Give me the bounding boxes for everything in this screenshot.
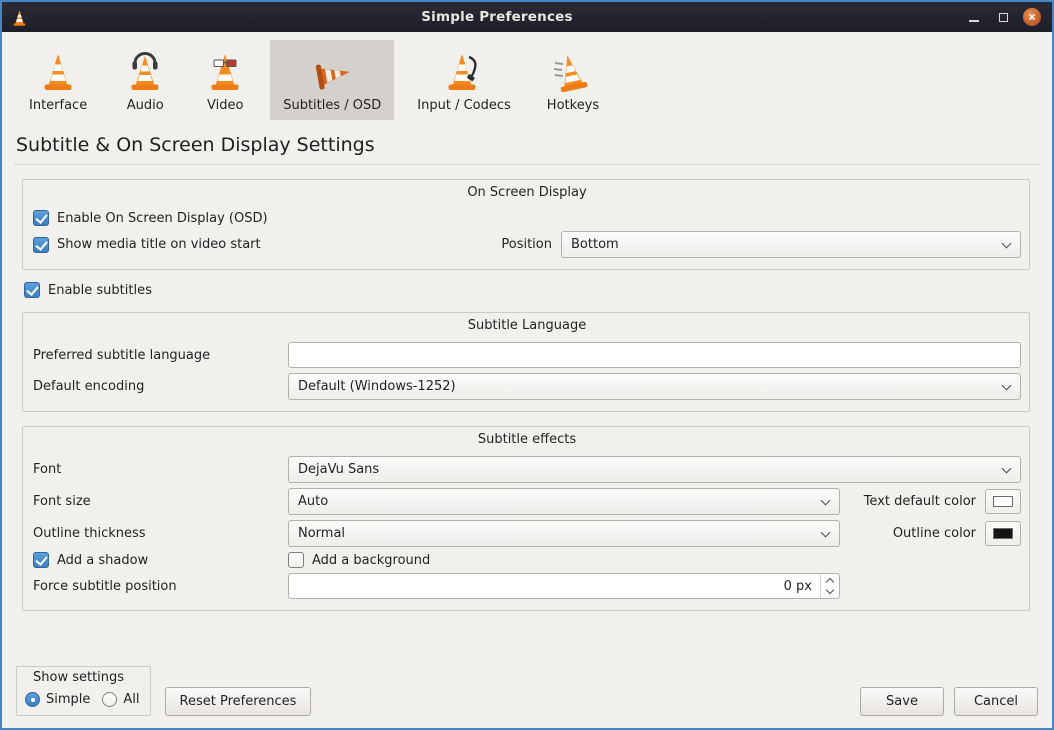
vlc-app-icon — [10, 8, 29, 27]
interface-icon — [36, 49, 80, 93]
preferences-category-toolbar: Interface Audio Video — [2, 32, 1052, 122]
tab-label: Hotkeys — [547, 98, 599, 113]
add-background-label: Add a background — [312, 553, 430, 568]
text-default-color-label: Text default color — [864, 494, 976, 509]
video-icon — [203, 49, 247, 93]
outline-color-swatch — [993, 528, 1013, 539]
add-shadow-label: Add a shadow — [57, 553, 148, 568]
enable-subtitles-checkbox[interactable]: Enable subtitles — [24, 282, 152, 298]
position-label: Position — [501, 237, 552, 252]
chevron-down-icon — [1002, 380, 1012, 390]
spinner-buttons[interactable] — [820, 574, 839, 598]
default-encoding-label: Default encoding — [33, 379, 288, 394]
restore-button[interactable] — [994, 8, 1012, 26]
text-default-color-button[interactable] — [985, 489, 1021, 514]
show-settings-all-radio[interactable]: All — [102, 692, 139, 707]
add-shadow-checkbox[interactable]: Add a shadow — [33, 552, 148, 568]
tab-hotkeys[interactable]: Hotkeys — [534, 40, 612, 120]
outline-color-label: Outline color — [893, 526, 976, 541]
default-encoding-dropdown[interactable]: Default (Windows-1252) — [288, 373, 1021, 400]
outline-color-button[interactable] — [985, 521, 1021, 546]
show-media-title-checkbox[interactable]: Show media title on video start — [33, 237, 261, 253]
close-icon — [1028, 13, 1036, 21]
tab-label: Video — [207, 98, 243, 113]
font-size-value: Auto — [298, 494, 822, 509]
add-background-checkbox[interactable]: Add a background — [288, 552, 430, 568]
window-controls — [965, 8, 1044, 26]
subtitles-osd-icon — [310, 49, 354, 93]
tab-label: Audio — [127, 98, 164, 113]
enable-osd-label: Enable On Screen Display (OSD) — [57, 211, 268, 226]
font-value: DejaVu Sans — [298, 462, 1003, 477]
tab-label: Interface — [29, 98, 87, 113]
tab-video[interactable]: Video — [190, 40, 260, 120]
chevron-down-icon — [1002, 238, 1012, 248]
restore-icon — [999, 13, 1008, 22]
title-divider — [14, 164, 1040, 165]
subtitle-effects-group-title: Subtitle effects — [33, 430, 1021, 451]
osd-group: On Screen Display Enable On Screen Displ… — [22, 179, 1030, 270]
font-size-label: Font size — [33, 494, 288, 509]
close-button[interactable] — [1023, 8, 1041, 26]
checkbox-icon — [33, 552, 49, 568]
footer: Show settings Simple All Reset Preferenc… — [2, 666, 1052, 728]
save-button[interactable]: Save — [860, 687, 944, 716]
subtitle-language-group: Subtitle Language Preferred subtitle lan… — [22, 312, 1030, 412]
chevron-down-icon — [821, 495, 831, 505]
tab-label: Subtitles / OSD — [283, 98, 381, 113]
reset-preferences-button[interactable]: Reset Preferences — [165, 687, 312, 716]
preferred-language-label: Preferred subtitle language — [33, 348, 288, 363]
font-dropdown[interactable]: DejaVu Sans — [288, 456, 1021, 483]
titlebar[interactable]: Simple Preferences — [2, 2, 1052, 32]
checkbox-icon — [33, 237, 49, 253]
tab-subtitles-osd[interactable]: Subtitles / OSD — [270, 40, 394, 120]
tab-audio[interactable]: Audio — [110, 40, 180, 120]
force-subtitle-position-label: Force subtitle position — [33, 579, 288, 594]
font-label: Font — [33, 462, 288, 477]
enable-subtitles-label: Enable subtitles — [48, 283, 152, 298]
tab-interface[interactable]: Interface — [16, 40, 100, 120]
outline-thickness-value: Normal — [298, 526, 822, 541]
all-radio-label: All — [123, 692, 139, 707]
checkbox-icon — [24, 282, 40, 298]
checkbox-icon — [33, 210, 49, 226]
chevron-down-icon — [826, 586, 834, 594]
show-media-title-label: Show media title on video start — [57, 237, 261, 252]
chevron-down-icon — [821, 527, 831, 537]
text-default-color-swatch — [993, 496, 1013, 507]
window-title: Simple Preferences — [29, 9, 965, 25]
position-value: Bottom — [571, 237, 1003, 252]
simple-radio-label: Simple — [46, 692, 90, 707]
hotkeys-icon — [551, 49, 595, 93]
page-title: Subtitle & On Screen Display Settings — [16, 134, 1052, 156]
preferred-language-input[interactable] — [288, 342, 1021, 368]
outline-thickness-label: Outline thickness — [33, 526, 288, 541]
checkbox-icon — [288, 552, 304, 568]
show-settings-simple-radio[interactable]: Simple — [25, 692, 90, 707]
input-codecs-icon — [442, 49, 486, 93]
tab-label: Input / Codecs — [417, 98, 511, 113]
show-settings-title: Show settings — [21, 670, 140, 692]
cancel-button[interactable]: Cancel — [954, 687, 1038, 716]
force-subtitle-position-spinbox[interactable]: 0 px — [288, 573, 840, 599]
radio-icon — [25, 692, 40, 707]
simple-preferences-window: Simple Preferences Interface — [0, 0, 1054, 730]
outline-thickness-dropdown[interactable]: Normal — [288, 520, 840, 547]
position-dropdown[interactable]: Bottom — [561, 231, 1021, 258]
chevron-down-icon — [1002, 463, 1012, 473]
audio-icon — [123, 49, 167, 93]
font-size-dropdown[interactable]: Auto — [288, 488, 840, 515]
default-encoding-value: Default (Windows-1252) — [298, 379, 1003, 394]
subtitle-effects-group: Subtitle effects Font DejaVu Sans Font s… — [22, 426, 1030, 611]
minimize-icon — [969, 20, 979, 22]
subtitle-language-group-title: Subtitle Language — [33, 316, 1021, 337]
osd-group-title: On Screen Display — [33, 183, 1021, 204]
radio-icon — [102, 692, 117, 707]
enable-osd-checkbox[interactable]: Enable On Screen Display (OSD) — [33, 210, 268, 226]
tab-input-codecs[interactable]: Input / Codecs — [404, 40, 524, 120]
force-subtitle-position-value: 0 px — [289, 574, 820, 598]
minimize-button[interactable] — [965, 8, 983, 26]
show-settings-group: Show settings Simple All — [16, 666, 151, 716]
